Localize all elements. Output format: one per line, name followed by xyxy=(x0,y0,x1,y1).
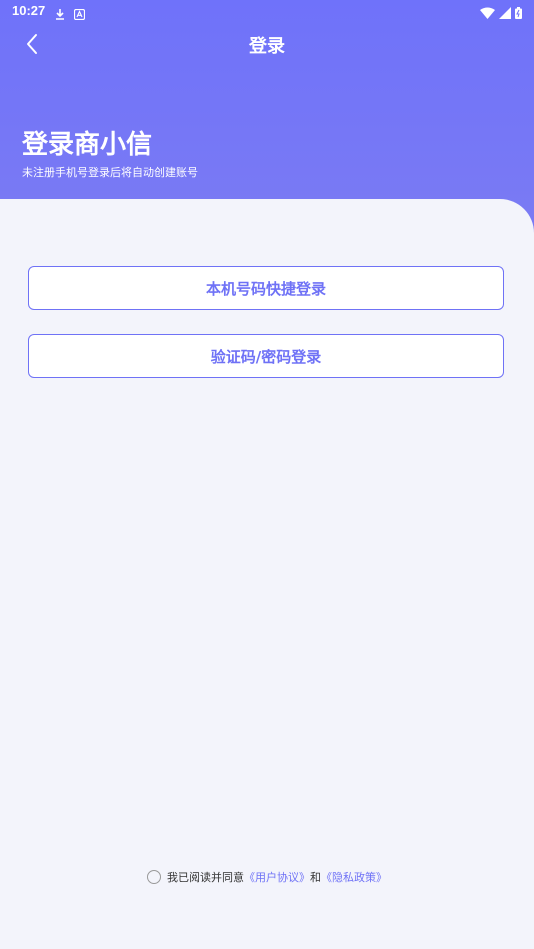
privacy-policy-link[interactable]: 《隐私政策》 xyxy=(321,869,387,885)
login-card xyxy=(0,199,534,949)
download-icon xyxy=(54,5,66,24)
status-bar: 10:27 xyxy=(0,0,534,24)
agreement-row: 我已阅读并同意 《用户协议》 和 《隐私政策》 xyxy=(0,869,534,885)
user-agreement-link[interactable]: 《用户协议》 xyxy=(244,869,310,885)
page-title: 登录 xyxy=(249,36,285,57)
quick-login-button[interactable]: 本机号码快捷登录 xyxy=(28,266,504,310)
status-time: 10:27 xyxy=(12,3,46,18)
battery-icon xyxy=(515,4,522,23)
app-notification-icon xyxy=(73,5,86,24)
code-password-login-button[interactable]: 验证码/密码登录 xyxy=(28,334,504,378)
hero-subtitle: 未注册手机号登录后将自动创建账号 xyxy=(22,166,198,179)
wifi-icon xyxy=(480,4,495,23)
signal-icon xyxy=(499,4,511,23)
agreement-checkbox[interactable] xyxy=(147,870,161,884)
nav-bar: 登录 xyxy=(0,24,534,64)
agreement-prefix: 我已阅读并同意 xyxy=(167,871,244,884)
hero-title: 登录商小信 xyxy=(22,130,153,160)
agreement-and: 和 xyxy=(310,871,321,884)
